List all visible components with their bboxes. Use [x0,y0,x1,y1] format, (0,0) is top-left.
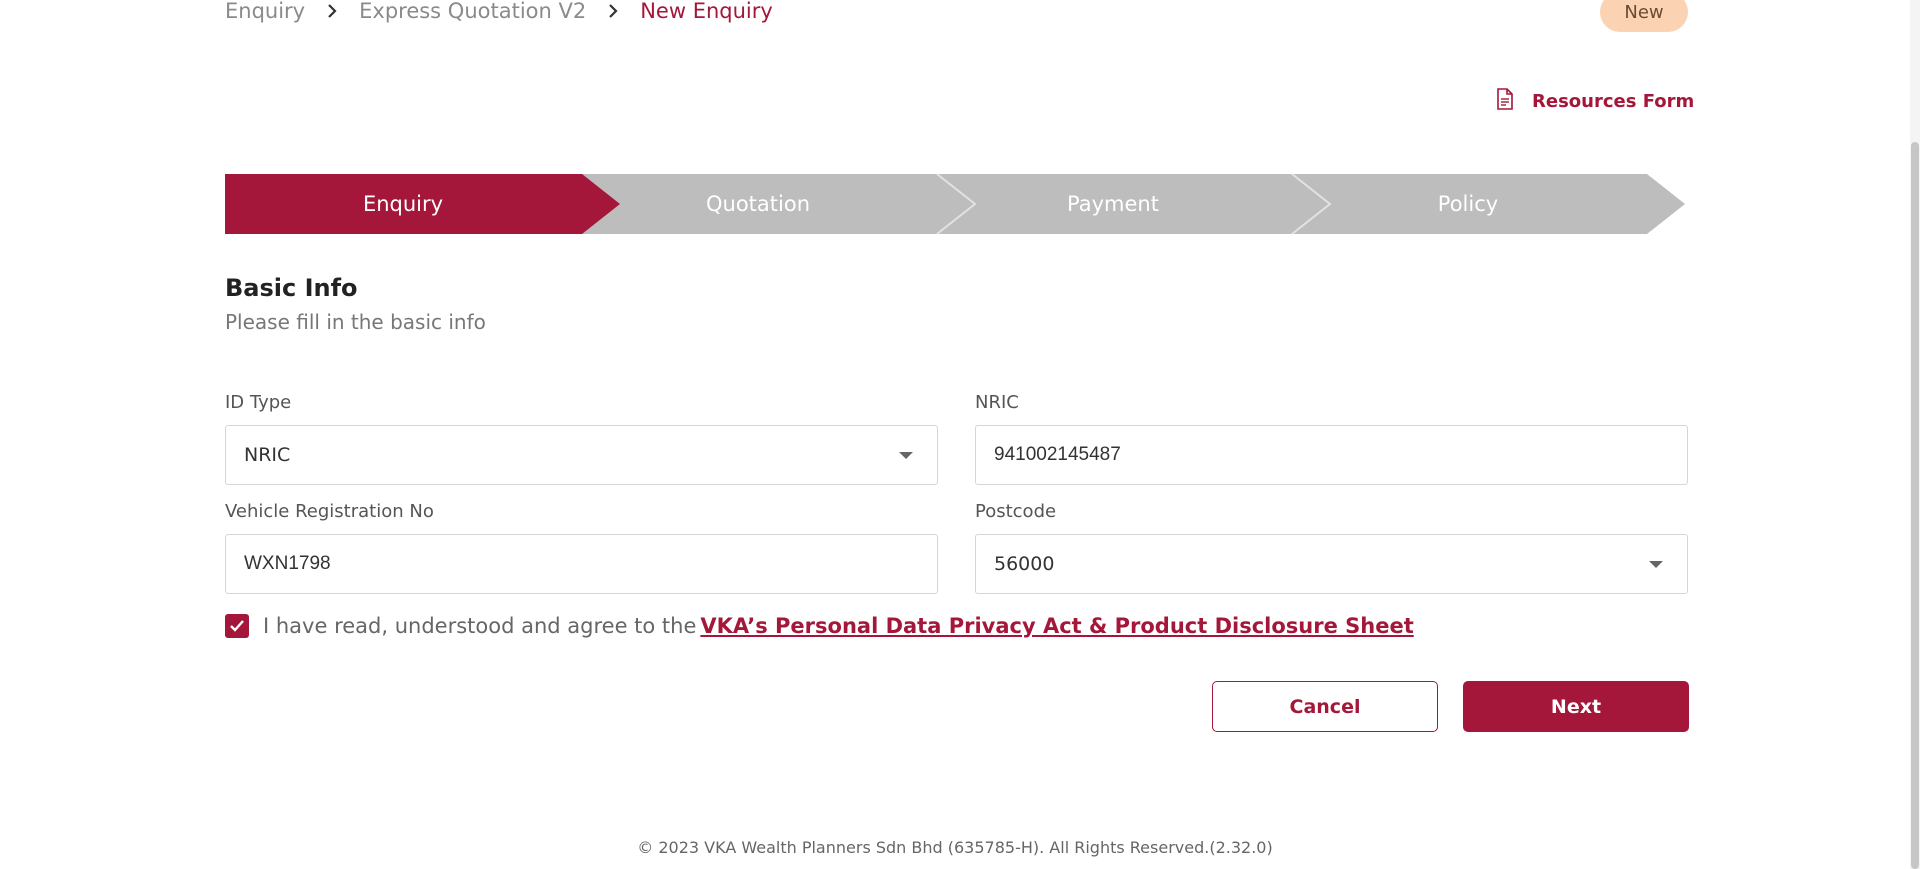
section-title: Basic Info [225,274,358,302]
vehicle-reg-label: Vehicle Registration No [225,501,434,522]
id-type-label: ID Type [225,392,292,413]
id-type-select[interactable]: NRIC [225,425,938,485]
breadcrumb-item-express-quotation[interactable]: Express Quotation V2 [359,0,586,23]
id-type-value: NRIC [244,444,291,466]
resources-form-label: Resources Form [1532,91,1695,112]
document-icon [1496,88,1514,115]
resources-form-link[interactable]: Resources Form [1496,88,1694,115]
step-quotation: Quotation [705,192,810,216]
consent-row: I have read, understood and agree to the… [225,614,1414,638]
vehicle-reg-input[interactable] [244,553,919,575]
postcode-value: 56000 [994,553,1055,575]
breadcrumb-item-enquiry[interactable]: Enquiry [225,0,305,23]
chevron-right-icon [327,3,337,19]
privacy-act-link[interactable]: VKA’s Personal Data Privacy Act & Produc… [700,614,1413,638]
scrollbar-thumb[interactable] [1911,142,1919,869]
step-payment: Payment [1067,192,1159,216]
cancel-button[interactable]: Cancel [1212,681,1438,732]
check-icon [230,620,244,632]
consent-checkbox[interactable] [225,614,249,638]
section-subtitle: Please fill in the basic info [225,310,486,334]
vehicle-reg-field[interactable] [225,534,938,594]
next-button[interactable]: Next [1463,681,1689,732]
step-enquiry: Enquiry [362,192,444,216]
footer-copyright: © 2023 VKA Wealth Planners Sdn Bhd (6357… [637,838,1273,857]
progress-stepper: Enquiry Quotation Payment Policy [225,174,1685,234]
consent-text: I have read, understood and agree to the [263,614,697,638]
status-badge: New [1600,0,1688,32]
postcode-label: Postcode [975,501,1057,522]
breadcrumb-current: New Enquiry [640,0,773,23]
chevron-right-icon [608,3,618,19]
nric-field[interactable] [975,425,1688,485]
nric-input[interactable] [994,444,1669,466]
caret-down-icon [899,452,913,459]
nric-label: NRIC [975,392,1019,413]
postcode-select[interactable]: 56000 [975,534,1688,594]
breadcrumb: Enquiry Express Quotation V2 New Enquiry [225,0,773,25]
step-policy: Policy [1437,192,1499,216]
caret-down-icon [1649,561,1663,568]
